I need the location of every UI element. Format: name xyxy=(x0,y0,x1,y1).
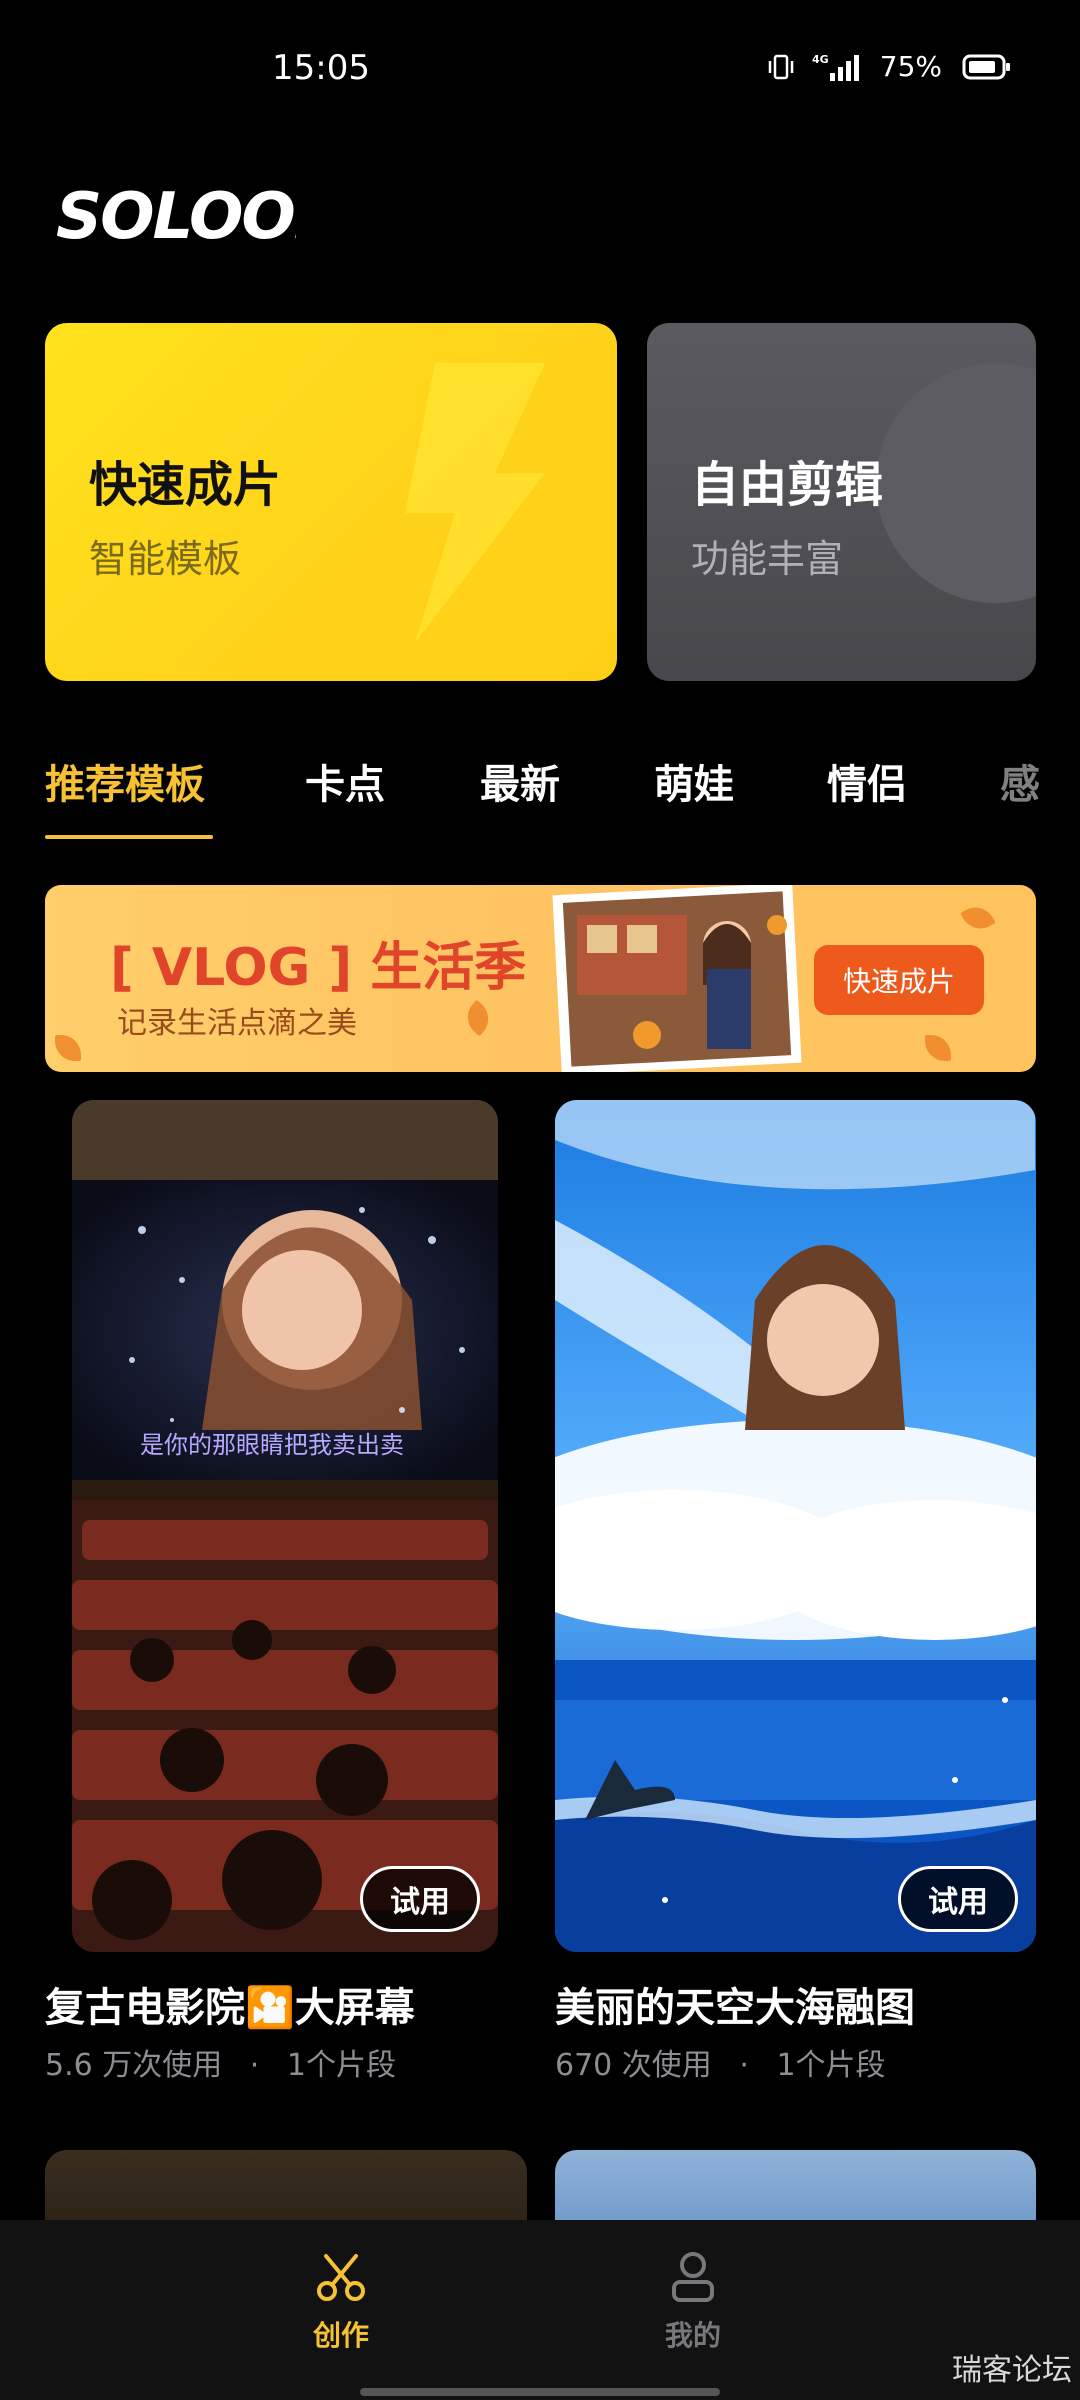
banner-quick-create-button[interactable]: 快速成片 xyxy=(814,945,984,1015)
leaf-decoration xyxy=(925,1035,951,1061)
template-thumbnail xyxy=(72,1100,498,1952)
tab-beat[interactable]: 卡点 xyxy=(305,752,385,810)
banner-subtitle: 记录生活点滴之美 xyxy=(117,1006,357,1041)
quick-create-title: 快速成片 xyxy=(89,457,282,513)
category-tabs: 推荐模板 卡点 最新 萌娃 情侣 感 xyxy=(0,752,1080,842)
template-meta: 670 次使用 · 1个片段 xyxy=(555,2040,886,2084)
status-bar: 15:05 4G 75% xyxy=(0,0,1080,140)
app-logo: SOLOOP xyxy=(56,180,343,254)
quick-create-card[interactable]: 快速成片 智能模板 xyxy=(45,323,617,681)
try-button[interactable]: 试用 xyxy=(898,1866,1018,1932)
tab-recommended[interactable]: 推荐模板 xyxy=(45,752,205,810)
try-button[interactable]: 试用 xyxy=(360,1866,480,1932)
template-thumbnail xyxy=(555,1100,1036,1952)
template-segments: 1个片段 xyxy=(286,2048,396,2083)
battery-percent: 75% xyxy=(879,50,942,83)
video-caption: 是你的那眼睛把我卖出卖 xyxy=(140,1431,404,1459)
svg-text:SOLOOP: SOLOOP xyxy=(56,180,296,252)
template-segments: 1个片段 xyxy=(776,2048,886,2083)
card-decoration xyxy=(876,363,1036,603)
svg-text:4G: 4G xyxy=(812,53,829,66)
status-time: 15:05 xyxy=(272,48,370,88)
user-icon xyxy=(672,2252,714,2302)
battery-icon xyxy=(962,53,1012,81)
tab-latest[interactable]: 最新 xyxy=(480,752,560,810)
banner-illustration xyxy=(552,885,802,1072)
meta-separator: · xyxy=(249,2048,260,2083)
template-uses: 670 次使用 xyxy=(555,2048,712,2083)
free-edit-subtitle: 功能丰富 xyxy=(691,537,844,581)
tab-couple[interactable]: 情侣 xyxy=(827,752,907,810)
scissors-icon xyxy=(317,2254,365,2301)
banner-title: [ VLOG ] 生活季 xyxy=(110,938,527,998)
vlog-banner[interactable]: [ VLOG ] 生活季 记录生活点滴之美 快速成片 xyxy=(45,885,1036,1072)
quick-create-subtitle: 智能模板 xyxy=(89,537,242,581)
nav-create[interactable]: 创作 xyxy=(281,2250,401,2354)
template-card[interactable]: 是你的那眼睛把我卖出卖 试用 xyxy=(72,1100,498,1952)
template-meta: 5.6 万次使用 · 1个片段 xyxy=(45,2040,396,2084)
leaf-decoration xyxy=(55,1035,81,1061)
bottom-nav: 创作 我的 xyxy=(0,2220,1080,2400)
meta-separator: · xyxy=(739,2048,749,2083)
vibrate-icon xyxy=(766,52,796,82)
template-name: 美丽的天空大海融图 xyxy=(555,1985,915,2031)
watermark: 瑞客论坛 xyxy=(952,2353,1072,2388)
status-icons: 4G 75% xyxy=(766,50,1012,83)
nav-mine-label: 我的 xyxy=(664,2319,721,2352)
nav-mine[interactable]: 我的 xyxy=(633,2250,753,2354)
template-name: 复古电影院🎦大屏幕 xyxy=(45,1985,415,2031)
bolt-icon xyxy=(405,363,545,643)
template-card[interactable]: 试用 xyxy=(555,1100,1036,1952)
free-edit-title: 自由剪辑 xyxy=(691,457,884,513)
free-edit-card[interactable]: 自由剪辑 功能丰富 xyxy=(647,323,1036,681)
leaf-decoration xyxy=(459,999,497,1037)
tab-indicator xyxy=(45,835,213,839)
tab-more[interactable]: 感 xyxy=(1000,752,1040,810)
signal-4g-icon: 4G xyxy=(810,51,862,83)
leaf-decoration xyxy=(960,900,996,936)
nav-create-label: 创作 xyxy=(312,2319,369,2352)
tab-kids[interactable]: 萌娃 xyxy=(654,752,734,810)
template-uses: 5.6 万次使用 xyxy=(45,2048,223,2083)
home-indicator[interactable] xyxy=(360,2388,720,2396)
